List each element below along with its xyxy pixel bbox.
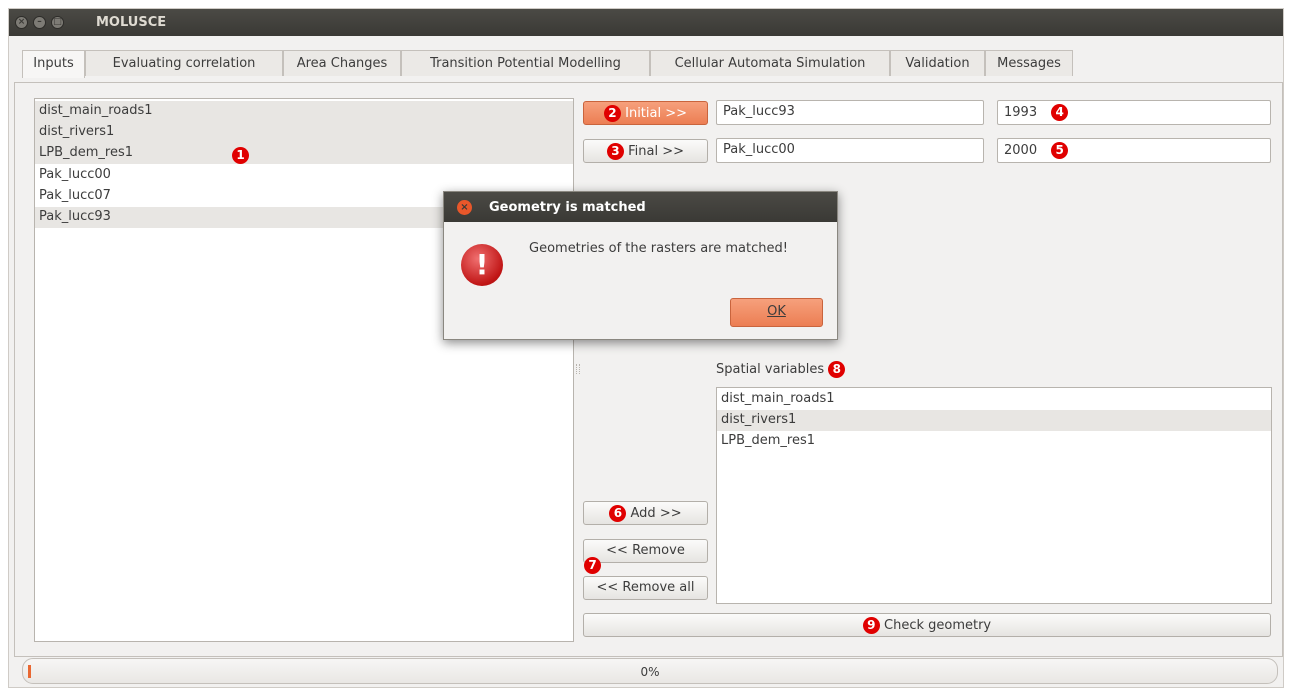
close-window-icon[interactable]: × <box>15 16 28 29</box>
minimize-window-icon[interactable]: – <box>33 16 46 29</box>
list-item[interactable]: LPB_dem_res1 <box>35 143 573 164</box>
check-geometry-label: Check geometry <box>884 618 992 633</box>
add-button-label: Add >> <box>630 506 682 521</box>
list-item[interactable]: dist_main_roads1 <box>35 101 573 122</box>
tab-evaluating-correlation[interactable]: Evaluating correlation <box>85 50 283 76</box>
progress-bar: 0% <box>22 658 1278 684</box>
dialog-title: Geometry is matched <box>489 200 646 215</box>
final-layer-field[interactable]: Pak_lucc00 <box>716 138 984 163</box>
splitter-handle[interactable] <box>576 364 580 374</box>
final-year-field[interactable]: 2000 5 <box>997 138 1271 163</box>
callout-badge: 2 <box>603 105 621 122</box>
tab-validation[interactable]: Validation <box>890 50 985 76</box>
window-title: MOLUSCE <box>96 15 167 30</box>
callout-badge: 4 <box>1051 104 1069 121</box>
list-item[interactable]: Pak_lucc00 <box>35 165 573 186</box>
initial-button[interactable]: 2 Initial >> <box>583 101 708 125</box>
remove-all-button[interactable]: << Remove all <box>583 576 708 600</box>
maximize-window-icon[interactable]: □ <box>51 16 64 29</box>
callout-badge: 8 <box>828 361 846 378</box>
callout-badge: 1 <box>232 147 249 164</box>
final-button[interactable]: 3 Final >> <box>583 139 708 163</box>
tab-messages[interactable]: Messages <box>985 50 1073 76</box>
spatial-variables-text: Spatial variables <box>716 362 825 377</box>
progress-text: 0% <box>640 665 660 679</box>
tab-inputs[interactable]: Inputs <box>22 50 85 78</box>
final-year-value: 2000 <box>1004 143 1038 158</box>
final-button-label: Final >> <box>628 144 685 159</box>
list-item[interactable]: dist_rivers1 <box>35 122 573 143</box>
close-icon[interactable]: × <box>457 200 472 215</box>
initial-layer-field[interactable]: Pak_lucc93 <box>716 100 984 125</box>
list-item[interactable]: dist_main_roads1 <box>717 389 1271 410</box>
spatial-variables-list[interactable]: dist_main_roads1 dist_rivers1 LPB_dem_re… <box>716 387 1272 604</box>
title-bar: × – □ MOLUSCE <box>9 9 1283 36</box>
geometry-matched-dialog: × Geometry is matched ! Geometries of th… <box>443 191 838 340</box>
tab-cellular-automata-simulation[interactable]: Cellular Automata Simulation <box>650 50 890 76</box>
initial-year-value: 1993 <box>1004 105 1038 120</box>
callout-badge: 3 <box>606 143 624 160</box>
tab-area-changes[interactable]: Area Changes <box>283 50 401 76</box>
spatial-variables-label: Spatial variables 8 <box>716 361 846 378</box>
callout-badge: 5 <box>1051 142 1069 159</box>
initial-button-label: Initial >> <box>625 106 688 121</box>
error-icon: ! <box>461 244 503 286</box>
add-button[interactable]: 6 Add >> <box>583 501 708 525</box>
list-item[interactable]: dist_rivers1 <box>717 410 1271 431</box>
callout-badge: 7 <box>584 557 601 574</box>
layers-list[interactable]: dist_main_roads1 dist_rivers1 LPB_dem_re… <box>34 98 574 642</box>
check-geometry-button[interactable]: 9 Check geometry <box>583 613 1271 637</box>
callout-badge: 6 <box>609 505 627 522</box>
dialog-title-bar: × Geometry is matched <box>444 192 837 222</box>
tab-transition-potential-modelling[interactable]: Transition Potential Modelling <box>401 50 650 76</box>
list-item[interactable]: LPB_dem_res1 <box>717 431 1271 452</box>
dialog-message: Geometries of the rasters are matched! <box>529 241 788 256</box>
callout-badge: 9 <box>862 617 880 634</box>
remove-button[interactable]: << Remove <box>583 539 708 563</box>
initial-year-field[interactable]: 1993 4 <box>997 100 1271 125</box>
ok-button[interactable]: OK <box>730 298 823 327</box>
